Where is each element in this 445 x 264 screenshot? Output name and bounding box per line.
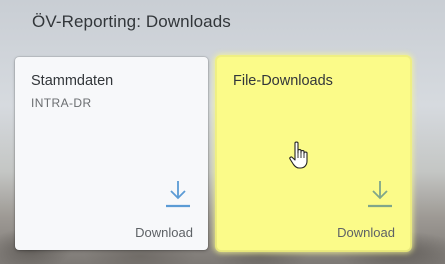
tile-stammdaten[interactable]: Stammdaten INTRA-DR Download [15,57,208,250]
tile-footer: Download [337,225,395,240]
tile-title: File-Downloads [233,73,333,89]
tile-footer: Download [135,225,193,240]
tile-title: Stammdaten [31,73,114,89]
tile-file-downloads[interactable]: File-Downloads Download [217,57,410,250]
tile-subtitle: INTRA-DR [31,96,92,110]
hand-pointer-icon [289,141,308,169]
download-icon [368,181,392,208]
download-icon [166,181,190,208]
group-title: ÖV-Reporting: Downloads [32,12,231,31]
